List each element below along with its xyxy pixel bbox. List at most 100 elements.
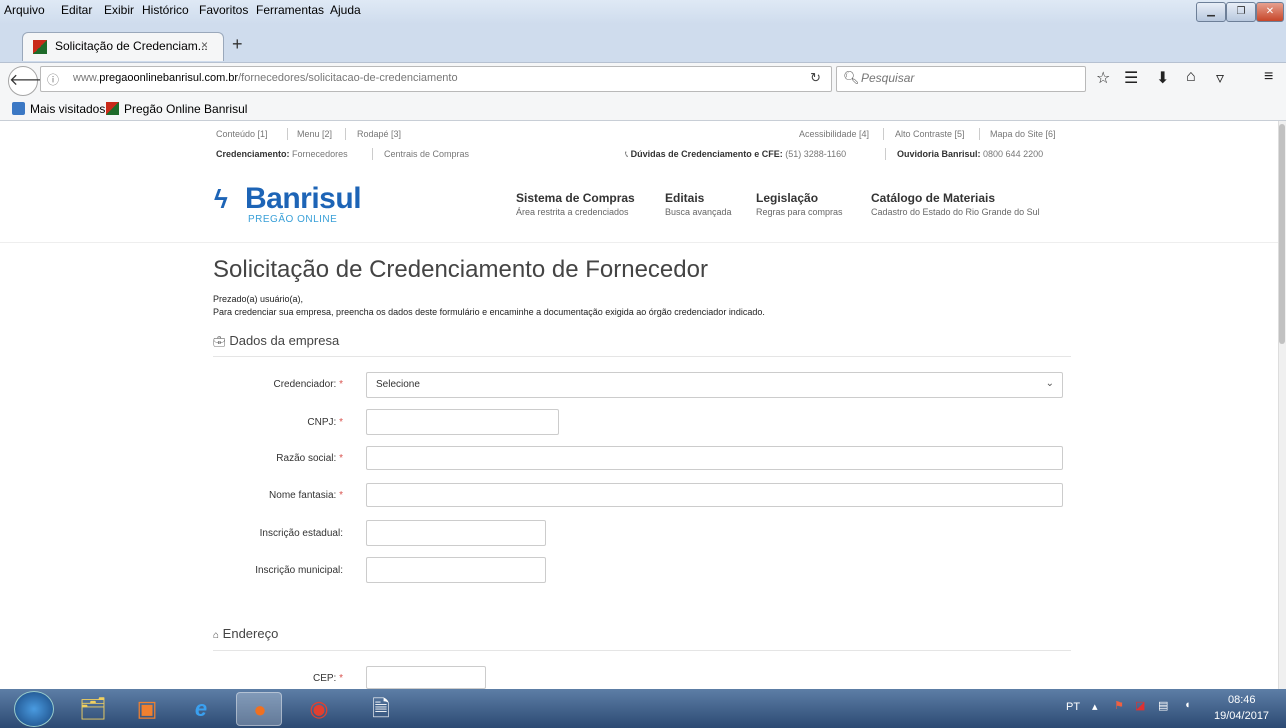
cep-input[interactable] bbox=[366, 666, 486, 689]
tray-expand-icon[interactable]: ▴ bbox=[1092, 700, 1098, 713]
skip-link-content[interactable]: Conteúdo [1] bbox=[216, 129, 268, 139]
taskbar-ie[interactable]: e bbox=[178, 692, 224, 726]
search-box[interactable]: 🔍︎ bbox=[836, 66, 1086, 92]
search-icon: 🔍︎ bbox=[843, 70, 860, 85]
web-page bbox=[0, 121, 1278, 689]
label-razao-social: Razão social: * bbox=[276, 453, 343, 464]
link-mapa-site[interactable]: Mapa do Site [6] bbox=[990, 129, 1056, 139]
nav-legislacao[interactable]: Legislação bbox=[756, 191, 818, 205]
taskbar-chrome[interactable]: ◉ bbox=[296, 692, 342, 726]
bookmark-star-icon[interactable]: ☆ bbox=[1096, 68, 1110, 88]
favicon-icon bbox=[33, 40, 47, 54]
skip-link-footer[interactable]: Rodapé [3] bbox=[357, 129, 401, 139]
link-fornecedores[interactable]: Fornecedores bbox=[292, 149, 348, 159]
bookmark-pregao[interactable]: Pregão Online Banrisul bbox=[124, 102, 247, 116]
acrobat-tray-icon[interactable]: ◪ bbox=[1135, 699, 1145, 712]
nome-fantasia-input[interactable] bbox=[366, 483, 1063, 507]
pregao-favicon-icon bbox=[106, 102, 119, 115]
phone-info: 📞︎ Dúvidas de Credenciamento e CFE: (51)… bbox=[625, 149, 847, 159]
section-divider bbox=[213, 650, 1071, 651]
menu-exibir[interactable]: Exibir bbox=[104, 3, 134, 17]
banrisul-logo-icon: ϟ bbox=[214, 184, 228, 214]
link-alto-contraste[interactable]: Alto Contraste [5] bbox=[895, 129, 965, 139]
url-text: www.pregaoonlinebanrisul.com.br/forneced… bbox=[73, 72, 458, 84]
label-cep: CEP: * bbox=[312, 673, 343, 684]
window-close-button[interactable]: ✕ bbox=[1256, 2, 1284, 22]
minimize-button[interactable]: ▁ bbox=[1196, 2, 1226, 22]
menu-arquivo[interactable]: Arquivo bbox=[4, 3, 45, 17]
taskbar-notepad[interactable]: 🗎︎ bbox=[358, 692, 404, 726]
ouvidoria-info: Ouvidoria Banrisul: 0800 644 2200 bbox=[897, 149, 1044, 159]
nav-sistema-compras-sub: Área restrita a credenciados bbox=[516, 207, 629, 217]
link-acessibilidade[interactable]: Acessibilidade [4] bbox=[799, 129, 869, 139]
media-player-icon: ▣ bbox=[136, 696, 158, 721]
link-centrais-compras[interactable]: Centrais de Compras bbox=[384, 149, 469, 159]
menu-bar: Arquivo Editar Exibir Histórico Favorito… bbox=[0, 0, 1286, 24]
taskbar-media-player[interactable]: ▣ bbox=[124, 692, 170, 726]
flag-tray-icon[interactable]: ⚑ bbox=[1114, 699, 1124, 712]
internet-explorer-icon: e bbox=[194, 696, 208, 721]
nav-sistema-compras[interactable]: Sistema de Compras bbox=[516, 191, 635, 205]
intro-greeting: Prezado(a) usuário(a), bbox=[213, 294, 304, 304]
credenciador-selected-value: Selecione bbox=[376, 379, 420, 390]
address-bar[interactable]: ⓘ www.pregaoonlinebanrisul.com.br/fornec… bbox=[40, 66, 832, 92]
most-visited-icon bbox=[12, 102, 25, 115]
firefox-icon: ● bbox=[253, 697, 267, 722]
volume-tray-icon[interactable]: ◖ bbox=[1184, 699, 1191, 711]
taskbar-explorer[interactable]: 🗂︎ bbox=[70, 692, 116, 726]
section-dados-empresa: 💼︎ Dados da empresa bbox=[213, 333, 340, 348]
menu-historico[interactable]: Histórico bbox=[142, 3, 189, 17]
nav-editais[interactable]: Editais bbox=[665, 191, 704, 205]
tab-title: Solicitação de Credenciam... bbox=[55, 39, 208, 53]
logo-name[interactable]: Banrisul bbox=[245, 182, 362, 216]
skip-link-menu[interactable]: Menu [2] bbox=[297, 129, 332, 139]
intro-instructions: Para credenciar sua empresa, preencha os… bbox=[213, 307, 765, 317]
browser-tab[interactable]: Solicitação de Credenciam... × bbox=[22, 32, 224, 61]
bookmark-most-visited[interactable]: Mais visitados bbox=[30, 102, 105, 116]
menu-ferramentas[interactable]: Ferramentas bbox=[256, 3, 324, 17]
cnpj-input[interactable] bbox=[366, 409, 559, 435]
home-icon[interactable]: ⌂ bbox=[1186, 68, 1196, 86]
language-indicator[interactable]: PT bbox=[1066, 701, 1080, 713]
menu-editar[interactable]: Editar bbox=[61, 3, 92, 17]
briefcase-icon: 💼︎ bbox=[213, 337, 226, 348]
reading-list-icon[interactable]: ☰ bbox=[1124, 68, 1138, 88]
inscricao-municipal-input[interactable] bbox=[366, 557, 546, 583]
section-endereco: ⌂ Endereço bbox=[213, 626, 279, 641]
network-tray-icon[interactable]: ▤ bbox=[1158, 699, 1168, 712]
menu-ajuda[interactable]: Ajuda bbox=[330, 3, 361, 17]
phone-icon: 📞︎ bbox=[625, 149, 629, 159]
reload-icon[interactable]: ↻ bbox=[810, 70, 821, 86]
divider bbox=[885, 148, 886, 160]
menu-favoritos[interactable]: Favoritos bbox=[199, 3, 248, 17]
pocket-icon[interactable]: ▿ bbox=[1216, 68, 1224, 88]
chevron-down-icon: ⌄ bbox=[1045, 378, 1054, 389]
clock-date[interactable]: 19/04/2017 bbox=[1214, 710, 1269, 722]
nav-catalogo[interactable]: Catálogo de Materiais bbox=[871, 191, 995, 205]
new-tab-button[interactable]: + bbox=[232, 34, 243, 55]
taskbar-firefox[interactable]: ● bbox=[236, 692, 282, 726]
downloads-icon[interactable]: ⬇ bbox=[1156, 68, 1169, 88]
back-button[interactable]: 🡐 bbox=[8, 66, 52, 96]
logo-subtitle: PREGÃO ONLINE bbox=[248, 214, 338, 225]
clock-time[interactable]: 08:46 bbox=[1228, 694, 1256, 706]
menu-hamburger-icon[interactable]: ≡ bbox=[1264, 68, 1273, 86]
credenciador-select[interactable]: Selecione ⌄ bbox=[366, 372, 1063, 398]
header-divider bbox=[0, 242, 1278, 243]
divider bbox=[883, 128, 884, 140]
divider bbox=[979, 128, 980, 140]
home-small-icon: ⌂ bbox=[213, 630, 220, 641]
divider bbox=[345, 128, 346, 140]
start-button[interactable] bbox=[14, 691, 54, 727]
section-divider bbox=[213, 356, 1071, 357]
inscricao-estadual-input[interactable] bbox=[366, 520, 546, 546]
razao-social-input[interactable] bbox=[366, 446, 1063, 470]
chrome-icon: ◉ bbox=[309, 696, 329, 721]
search-input[interactable] bbox=[859, 70, 1063, 86]
tab-close-icon[interactable]: × bbox=[201, 38, 208, 52]
credenciamento-links: Credenciamento: Fornecedores bbox=[216, 149, 348, 159]
maximize-button[interactable]: ❐ bbox=[1226, 2, 1256, 22]
label-inscricao-municipal: Inscrição municipal: bbox=[255, 565, 343, 576]
scrollbar-thumb[interactable] bbox=[1279, 124, 1285, 344]
site-info-icon[interactable]: ⓘ bbox=[47, 71, 59, 88]
